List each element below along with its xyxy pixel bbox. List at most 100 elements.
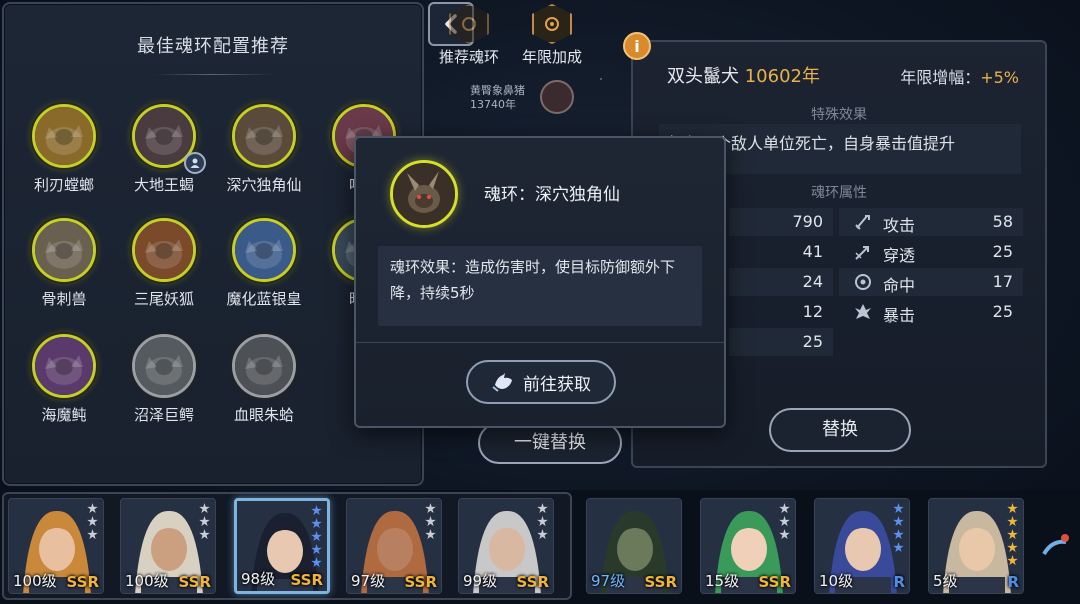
year-increase-label: 年限增幅： (900, 68, 981, 87)
enemy-ring-icon[interactable] (540, 80, 574, 114)
star-icon (779, 516, 790, 527)
ring-item[interactable]: 利刃螳螂 (14, 104, 114, 195)
ring-item[interactable]: 深穴独角仙 (214, 104, 314, 195)
base-stat-row: 790 (729, 208, 833, 236)
share-icon[interactable] (1042, 532, 1070, 560)
hero-rarity: SSR (516, 573, 549, 591)
base-stat-value: 790 (792, 212, 823, 231)
star-rating (779, 503, 791, 542)
star-icon (87, 529, 98, 540)
go-acquire-label: 前往获取 (523, 374, 591, 395)
hero-level: 100级 (125, 572, 169, 590)
stat-value: 25 (992, 302, 1013, 321)
stat-value: 17 (992, 272, 1013, 291)
ring-item[interactable]: 大地王蝎 (114, 104, 214, 195)
star-icon (1007, 503, 1018, 514)
tab-label: 推荐魂环 (438, 48, 499, 66)
beetle-ring-icon (390, 160, 458, 228)
enemy-ring-info: 黄臀象鼻猪 13740年 (470, 84, 525, 112)
ring-item[interactable]: 海魔鲀 (14, 334, 114, 425)
ring-item[interactable]: 三尾妖狐 (114, 218, 214, 309)
star-icon (1007, 542, 1018, 553)
ring-stat-row: 暴击 25 (839, 298, 1023, 326)
hero-card[interactable]: 5级 R (928, 498, 1024, 594)
star-icon (425, 529, 436, 540)
star-icon (1007, 529, 1018, 540)
base-stat-value: 41 (802, 242, 823, 261)
star-icon (311, 557, 322, 568)
ring-avatar (32, 218, 96, 282)
base-stat-row: 25 (729, 328, 833, 356)
title-divider (154, 74, 272, 75)
panel-title: 最佳魂环配置推荐 (137, 36, 289, 57)
info-icon[interactable]: i (623, 32, 651, 60)
year-increase-value: +5% (980, 68, 1019, 87)
star-icon (311, 518, 322, 529)
ring-label: 魔化蓝银皇 (226, 290, 302, 308)
hero-card[interactable]: 100级 SSR (8, 498, 104, 594)
hero-level: 97级 (351, 572, 386, 590)
ring-tooltip-popup: 魂环：深穴独角仙 魂环效果：造成伤害时，使目标防御额外下降，持续5秒 前往获取 (354, 136, 726, 428)
ring-label: 血眼朱蛤 (233, 406, 294, 424)
ring-stat-row: 攻击 58 (839, 208, 1023, 236)
hero-card[interactable]: 97级 SSR (346, 498, 442, 594)
ring-name-line: 双头鬣犬 10602年 (667, 62, 820, 88)
ring-avatar (232, 104, 296, 168)
enemy-ring-name: 黄臀象鼻猪 (470, 84, 525, 97)
hero-level: 98级 (241, 570, 276, 588)
star-icon (537, 529, 548, 540)
popup-divider (356, 342, 724, 343)
star-icon (199, 516, 210, 527)
star-icon (87, 503, 98, 514)
popup-title: 魂环：深穴独角仙 (484, 185, 620, 205)
star-icon (893, 542, 904, 553)
ring-label: 三尾妖狐 (133, 290, 194, 308)
hero-level: 5级 (933, 572, 958, 590)
sword-icon (855, 215, 870, 230)
star-icon (893, 503, 904, 514)
ring-label: 沼泽巨鳄 (133, 406, 194, 424)
one-key-replace-button[interactable]: 一键替换 (478, 422, 622, 464)
ring-item[interactable]: 血眼朱蛤 (214, 334, 314, 425)
ring-item[interactable]: 魔化蓝银皇 (214, 218, 314, 309)
replace-button[interactable]: 替换 (769, 408, 911, 452)
star-icon (537, 516, 548, 527)
ring-label: 骨刺兽 (41, 290, 87, 308)
hero-card[interactable]: 100级 SSR (120, 498, 216, 594)
star-rating (425, 503, 437, 542)
ring-avatar (232, 218, 296, 282)
stat-name: 穿透 (883, 246, 916, 265)
hero-level: 99级 (463, 572, 498, 590)
stat-name: 攻击 (883, 216, 916, 235)
ring-avatar (232, 334, 296, 398)
star-icon (1007, 555, 1018, 566)
star-icon (311, 505, 322, 516)
ring-item[interactable]: 骨刺兽 (14, 218, 114, 309)
tab-year-bonus[interactable]: 年限加成 (518, 4, 586, 67)
star-rating (537, 503, 549, 542)
stat-value: 58 (992, 212, 1013, 231)
ring-label: 深穴独角仙 (226, 176, 302, 194)
hand-icon (492, 373, 512, 392)
hero-card[interactable]: 15级 SSR (700, 498, 796, 594)
hero-card[interactable]: 98级 SSR (234, 498, 330, 594)
hero-card[interactable]: 10级 R (814, 498, 910, 594)
star-icon (199, 503, 210, 514)
ring-item[interactable]: 沼泽巨鳄 (114, 334, 214, 425)
stat-name: 暴击 (883, 306, 916, 325)
ring-years: 10602年 (744, 66, 820, 87)
ring-label: 海魔鲀 (41, 406, 87, 424)
hero-rarity: SSR (178, 573, 211, 591)
tab-recommended-rings[interactable]: 推荐魂环 (436, 4, 502, 67)
special-effect-title: 特殊效果 (811, 107, 867, 123)
stat-value: 25 (992, 242, 1013, 261)
hero-level: 10级 (819, 572, 854, 590)
go-acquire-button[interactable]: 前往获取 (466, 360, 616, 404)
hero-card[interactable]: 97级 SSR (586, 498, 682, 594)
enemy-ring-years: 13740年 (470, 97, 516, 111)
ring-avatar (32, 334, 96, 398)
hero-rarity: R (893, 573, 905, 591)
hero-rarity: SSR (66, 573, 99, 591)
hero-card[interactable]: 99级 SSR (458, 498, 554, 594)
hero-level: 15级 (705, 572, 740, 590)
